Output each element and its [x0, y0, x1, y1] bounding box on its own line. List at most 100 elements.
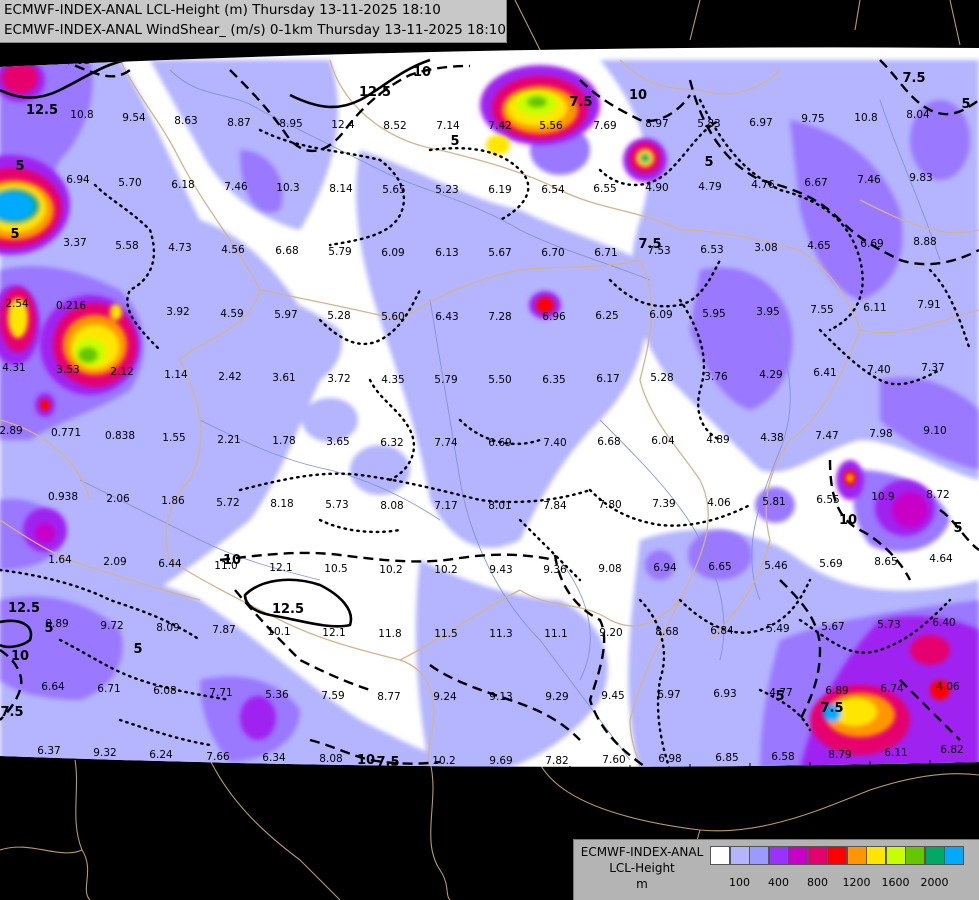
grid-value: 3.72	[327, 373, 350, 385]
contour-label: 10	[11, 649, 29, 664]
grid-value: 6.37	[37, 745, 60, 757]
grid-value: 0.838	[105, 430, 135, 442]
grid-value: 6.89	[825, 685, 848, 697]
grid-value: 7.14	[436, 120, 460, 132]
grid-value: 9.72	[100, 620, 123, 632]
grid-value: 4.90	[645, 182, 668, 194]
grid-value: 8.14	[329, 183, 353, 195]
legend-swatch	[827, 846, 847, 865]
grid-value: 6.44	[158, 558, 182, 570]
grid-value: 7.46	[224, 181, 248, 193]
grid-value: 2.12	[110, 366, 133, 378]
grid-value: 5.95	[702, 308, 725, 320]
grid-value: 6.97	[749, 117, 772, 129]
legend-swatch	[788, 846, 808, 865]
grid-value: 9.36	[543, 564, 567, 576]
contour-label: 7.5	[68, 53, 91, 68]
grid-value: 5.72	[216, 497, 239, 509]
weather-map: 7.512.512.51057.5 1057.55557.51012.512.55…	[0, 0, 979, 900]
legend-swatch	[905, 846, 925, 865]
legend-swatch	[885, 846, 906, 865]
grid-value: 6.34	[262, 752, 286, 764]
grid-value: 9.83	[909, 172, 932, 184]
grid-value: 3.37	[63, 237, 86, 249]
grid-value: 5.69	[819, 558, 842, 570]
grid-value: 9.75	[801, 113, 824, 125]
grid-value: 6.24	[149, 749, 173, 761]
legend-unit: m	[636, 877, 648, 891]
contour-label: 10	[413, 65, 431, 80]
grid-value: 7.87	[212, 624, 235, 636]
grid-value: 11.3	[489, 628, 512, 640]
grid-value: 3.53	[56, 364, 79, 376]
grid-value: 5.79	[434, 374, 457, 386]
grid-value: 7.59	[321, 690, 344, 702]
grid-value: 6.43	[435, 311, 458, 323]
header-line-windshear: ECMWF-INDEX-ANAL WindShear_ (m/s) 0-1km …	[4, 22, 506, 38]
grid-value: 4.59	[220, 308, 243, 320]
grid-value: 3.61	[272, 372, 295, 384]
grid-value: 7.80	[598, 499, 621, 511]
grid-value: 6.09	[649, 309, 672, 321]
grid-value: 6.54	[541, 184, 565, 196]
grid-value: 7.71	[209, 687, 232, 699]
grid-value: 6.97	[657, 689, 680, 701]
grid-value: 8.77	[377, 691, 400, 703]
grid-value: 7.17	[434, 500, 457, 512]
grid-value: 7.53	[647, 245, 670, 257]
grid-value: 10.2	[434, 564, 457, 576]
grid-value: 9.08	[598, 563, 621, 575]
contour-label: 12.5	[8, 601, 40, 616]
grid-value: 6.58	[771, 751, 794, 763]
grid-value: 0.938	[48, 491, 78, 503]
grid-value: 2.42	[218, 371, 241, 383]
grid-value: 0.771	[51, 427, 81, 439]
grid-value: 10.5	[324, 563, 347, 575]
grid-value: 4.06	[936, 681, 960, 693]
grid-value: 10.3	[276, 182, 299, 194]
grid-value: 6.55	[816, 494, 839, 506]
grid-value: 12.1	[322, 627, 345, 639]
grid-value: 0.216	[56, 300, 86, 312]
contour-label: 5	[15, 159, 24, 174]
grid-value: 5.46	[764, 560, 788, 572]
grid-value: 1.64	[48, 554, 72, 566]
color-legend: ECMWF-INDEX-ANAL LCL-Height m 100 400 800 1…	[573, 839, 979, 900]
grid-value: 5.67	[821, 621, 844, 633]
grid-value: 4.38	[760, 432, 783, 444]
grid-value: 6.94	[653, 562, 677, 574]
grid-value: 6.84	[710, 625, 734, 637]
grid-value: 5.50	[488, 374, 511, 386]
grid-value: 7.40	[543, 437, 566, 449]
grid-value: 5.28	[327, 310, 350, 322]
grid-value: 1.55	[162, 432, 185, 444]
grid-value: 6.09	[381, 247, 404, 259]
grid-value: 7.84	[543, 500, 567, 512]
grid-value: 7.60	[602, 754, 625, 766]
contour-label: 5	[450, 134, 459, 149]
grid-value: 4.65	[807, 240, 830, 252]
grid-value: 6.74	[880, 683, 904, 695]
grid-value: 9.10	[923, 425, 946, 437]
grid-value: 11.8	[378, 628, 401, 640]
grid-value: 8.08	[380, 500, 403, 512]
contour-label: 10	[839, 513, 857, 528]
grid-value: 2.89	[0, 425, 23, 437]
grid-value: 6.70	[541, 247, 564, 259]
grid-value: 4.29	[759, 369, 782, 381]
contour-label: 10	[357, 753, 375, 768]
grid-value: 3.76	[704, 371, 728, 383]
grid-value: 9.20	[599, 627, 622, 639]
contour-label: 7.5	[569, 95, 592, 110]
grid-value: 2.54	[5, 298, 29, 310]
map-header: ECMWF-INDEX-ANAL LCL-Height (m) Thursday…	[0, 0, 507, 43]
grid-value: 1.78	[272, 435, 295, 447]
grid-value: 4.31	[2, 362, 25, 374]
grid-value: 5.58	[115, 240, 138, 252]
grid-value: 9.24	[433, 691, 457, 703]
contour-label: 12.5	[359, 85, 391, 100]
grid-value: 5.49	[766, 623, 789, 635]
contour-label: 5	[133, 642, 142, 657]
grid-value: 9.13	[489, 691, 512, 703]
contour-label: 7.5	[820, 701, 843, 716]
